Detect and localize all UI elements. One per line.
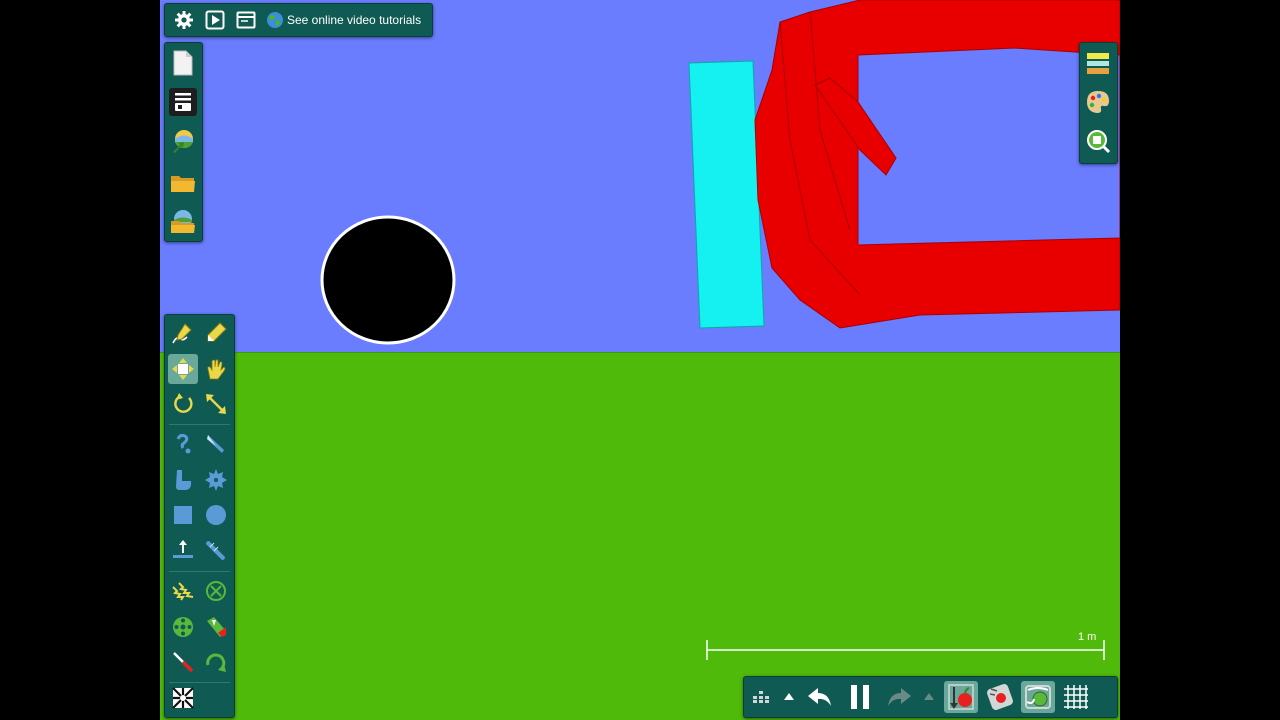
brush-tool-icon[interactable] (201, 535, 231, 565)
box-tool-icon[interactable] (168, 500, 198, 530)
grid-icon[interactable] (1057, 681, 1095, 713)
play-icon[interactable] (203, 8, 227, 32)
pause-icon[interactable] (840, 681, 880, 713)
knife-tool-icon[interactable] (201, 429, 231, 459)
browse-scenes-icon[interactable] (169, 207, 197, 235)
spring-tool-icon[interactable] (168, 576, 198, 606)
scale-bar-label: 1 m (1078, 631, 1097, 643)
open-folder-icon[interactable] (169, 169, 197, 197)
scene-list-icon[interactable] (169, 88, 197, 116)
black-ball[interactable] (320, 215, 456, 345)
air-friction-icon[interactable] (981, 681, 1019, 713)
expand-up-icon-2[interactable] (918, 681, 940, 713)
globe-icon (267, 12, 283, 28)
tutorials-link[interactable]: See online video tutorials (266, 11, 421, 29)
move-tool-icon[interactable] (168, 354, 198, 384)
gravity-icon[interactable] (944, 681, 978, 713)
undo-icon[interactable] (800, 681, 840, 713)
chain-tool-icon[interactable] (168, 465, 198, 495)
settings-icon[interactable] (172, 8, 196, 32)
axle-tool-icon[interactable] (168, 612, 198, 642)
laser-tool-icon[interactable] (168, 647, 198, 677)
bottom-toolbar (743, 676, 1118, 718)
scene-canvas[interactable] (160, 0, 1120, 720)
gear-tool-icon[interactable] (201, 465, 231, 495)
palette-icon[interactable] (1084, 88, 1112, 116)
rotate-tool-icon[interactable] (168, 389, 198, 419)
new-scene-icon[interactable] (169, 49, 197, 77)
scene-spiral-tool-icon[interactable] (168, 683, 198, 713)
redo-icon[interactable] (880, 681, 918, 713)
load-scene-icon[interactable] (169, 127, 197, 155)
sketch-tool-icon[interactable] (168, 318, 198, 348)
cyan-bar[interactable] (688, 60, 765, 329)
tracer-tool-icon[interactable] (201, 647, 231, 677)
top-toolbar: See online video tutorials (164, 3, 433, 37)
tool-separator (169, 571, 230, 572)
drag-tool-icon[interactable] (201, 354, 231, 384)
layers-icon[interactable] (1084, 49, 1112, 77)
tool-palette (164, 314, 235, 718)
thruster-tool-icon[interactable] (201, 612, 231, 642)
rope-tool-icon[interactable] (168, 429, 198, 459)
file-toolbar (164, 42, 203, 242)
collisions-icon[interactable] (1021, 681, 1055, 713)
right-toolbar (1079, 42, 1118, 164)
grid-options-icon[interactable] (744, 681, 778, 713)
circle-tool-icon[interactable] (201, 500, 231, 530)
tutorials-link-label: See online video tutorials (287, 13, 422, 27)
zoom-icon[interactable] (1084, 127, 1112, 155)
window-icon[interactable] (234, 8, 258, 32)
tool-separator (169, 424, 230, 425)
plane-tool-icon[interactable] (168, 535, 198, 565)
red-frame[interactable] (754, 0, 1120, 329)
scale-tool-icon[interactable] (201, 389, 231, 419)
eraser-tool-icon[interactable] (201, 318, 231, 348)
expand-up-icon[interactable] (778, 681, 800, 713)
fixate-tool-icon[interactable] (201, 576, 231, 606)
